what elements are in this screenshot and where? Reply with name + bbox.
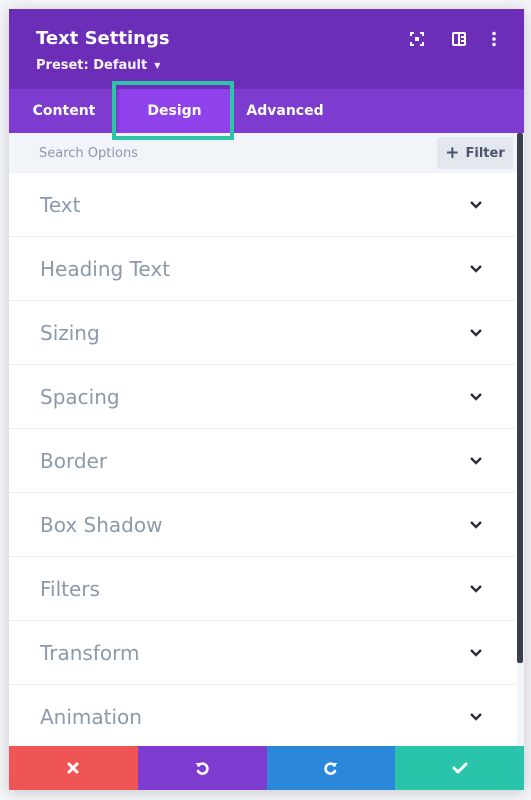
option-group-label: Heading Text xyxy=(40,257,171,281)
redo-button[interactable] xyxy=(266,746,396,790)
option-group-label: Sizing xyxy=(40,321,100,345)
option-group-label: Box Shadow xyxy=(40,513,163,537)
discard-button[interactable] xyxy=(9,746,138,790)
undo-icon xyxy=(195,762,209,775)
search-input[interactable] xyxy=(23,139,423,167)
option-group-label: Animation xyxy=(40,705,142,729)
settings-panel: Text Settings Preset: Default ▼ Content … xyxy=(9,9,524,790)
split-view-icon[interactable] xyxy=(449,29,469,49)
tab-design[interactable]: Design xyxy=(119,89,230,133)
tab-advanced[interactable]: Advanced xyxy=(230,89,340,133)
save-button[interactable] xyxy=(395,746,524,790)
option-groups-list: Text Heading Text Sizing Spacing Border … xyxy=(9,173,517,746)
chevron-down-icon xyxy=(470,585,482,593)
option-group-label: Filters xyxy=(40,577,100,601)
panel-header: Text Settings Preset: Default ▼ xyxy=(9,9,524,89)
panel-title: Text Settings xyxy=(36,28,170,49)
option-group-animation[interactable]: Animation xyxy=(9,685,517,746)
option-group-transform[interactable]: Transform xyxy=(9,621,517,685)
chevron-down-icon xyxy=(470,329,482,337)
option-group-spacing[interactable]: Spacing xyxy=(9,365,517,429)
option-group-sizing[interactable]: Sizing xyxy=(9,301,517,365)
fullscreen-icon[interactable] xyxy=(407,29,427,49)
action-bar xyxy=(9,746,524,790)
plus-icon: + xyxy=(445,142,460,163)
chevron-down-icon xyxy=(470,713,482,721)
filter-label: Filter xyxy=(465,145,505,161)
option-group-heading-text[interactable]: Heading Text xyxy=(9,237,517,301)
option-group-label: Spacing xyxy=(40,385,120,409)
option-group-filters[interactable]: Filters xyxy=(9,557,517,621)
chevron-down-icon xyxy=(470,649,482,657)
chevron-down-icon xyxy=(470,457,482,465)
search-bar: + Filter xyxy=(9,133,524,173)
tab-content[interactable]: Content xyxy=(9,89,119,133)
option-group-border[interactable]: Border xyxy=(9,429,517,493)
caret-down-icon: ▼ xyxy=(154,61,161,70)
chevron-down-icon xyxy=(470,201,482,209)
preset-selector[interactable]: Preset: Default ▼ xyxy=(36,58,160,73)
option-group-label: Transform xyxy=(40,641,140,665)
option-group-label: Border xyxy=(40,449,108,473)
tab-bar: Content Design Advanced xyxy=(9,89,524,133)
undo-button[interactable] xyxy=(137,746,267,790)
preset-label: Preset: Default xyxy=(36,58,148,73)
option-group-label: Text xyxy=(40,193,81,217)
chevron-down-icon xyxy=(470,521,482,529)
more-options-icon[interactable] xyxy=(484,29,504,49)
chevron-down-icon xyxy=(470,265,482,273)
option-group-box-shadow[interactable]: Box Shadow xyxy=(9,493,517,557)
redo-icon xyxy=(324,762,338,775)
close-icon xyxy=(67,762,79,774)
chevron-down-icon xyxy=(470,393,482,401)
filter-button[interactable]: + Filter xyxy=(437,137,513,169)
scrollbar[interactable] xyxy=(517,133,523,663)
option-group-text[interactable]: Text xyxy=(9,173,517,237)
checkmark-icon xyxy=(452,762,468,774)
